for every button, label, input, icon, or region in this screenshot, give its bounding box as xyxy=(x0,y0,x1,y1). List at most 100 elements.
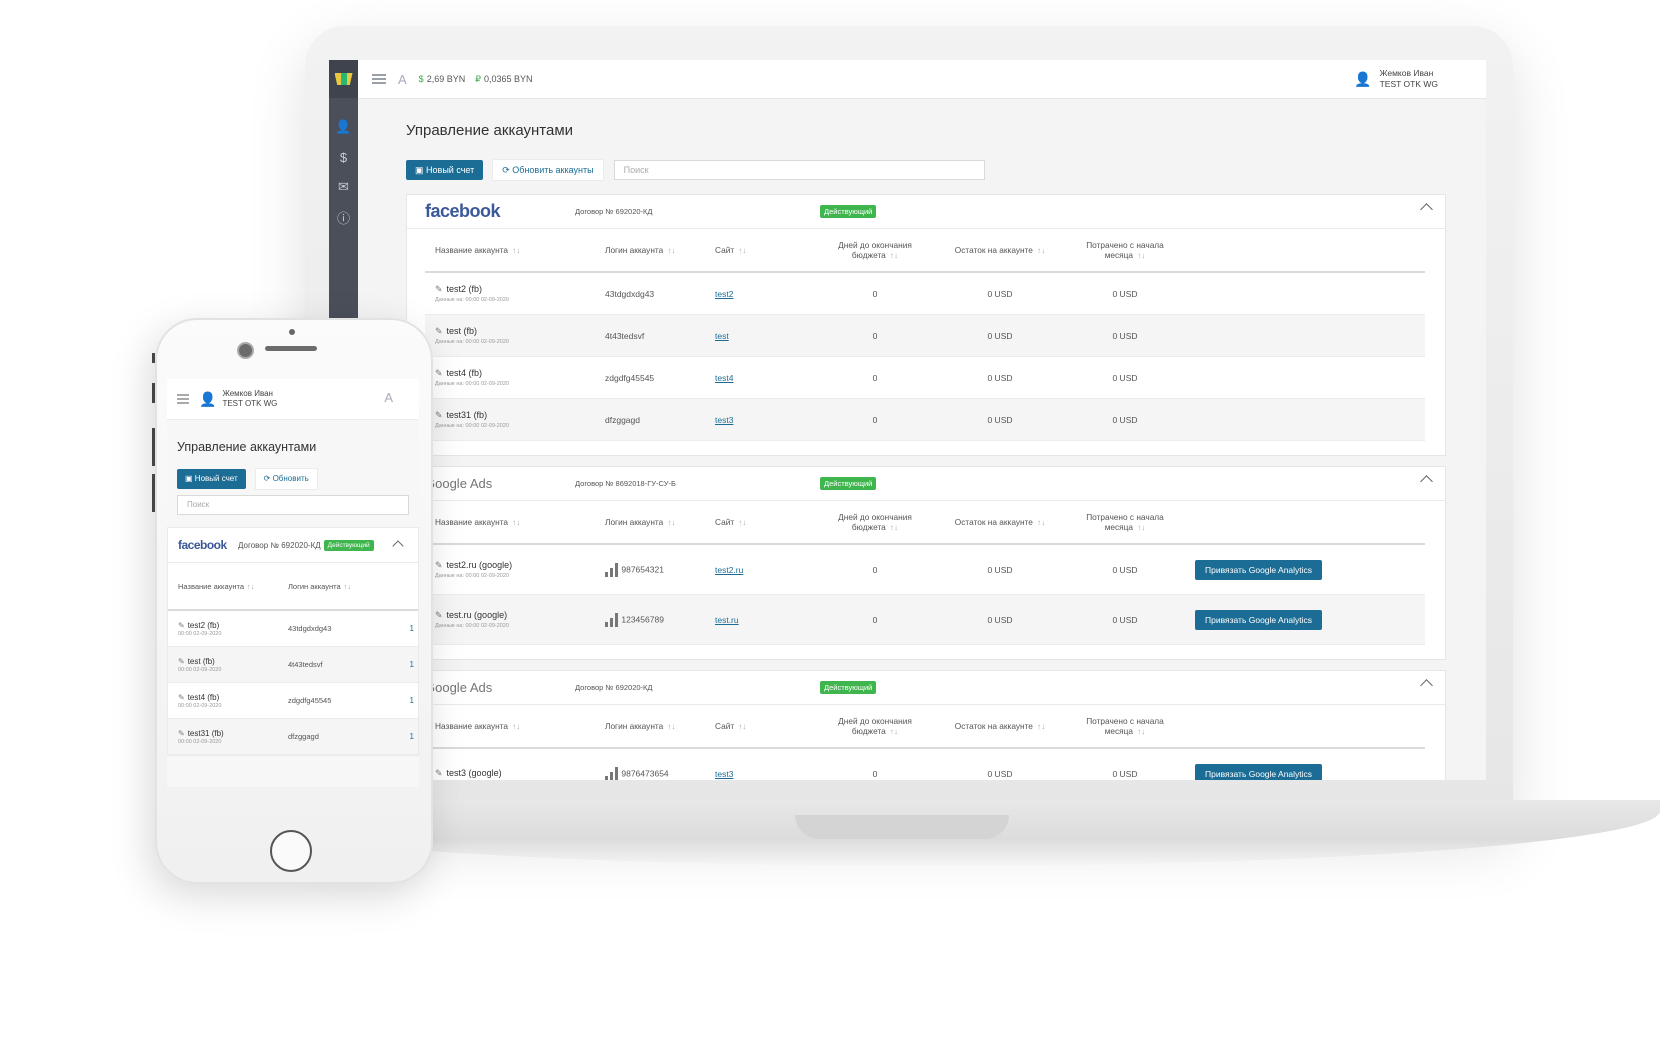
new-account-button[interactable]: ▣ Новый счет xyxy=(177,469,246,489)
refresh-accounts-button[interactable]: ⟳ Обновить аккаунты xyxy=(492,159,604,181)
chevron-up-icon[interactable] xyxy=(1420,475,1433,488)
help-icon[interactable]: ⓘ xyxy=(329,202,358,232)
card-header[interactable]: facebook Договор № 692020-КД Действующий xyxy=(407,195,1445,229)
site-link[interactable]: test2 xyxy=(715,289,733,299)
edit-icon[interactable]: ✎ xyxy=(435,326,443,336)
col-site[interactable]: Сайт ↑↓ xyxy=(705,501,815,545)
edit-icon[interactable]: ✎ xyxy=(435,284,443,294)
dollar-icon: $ xyxy=(418,74,424,84)
mobile-screen: 👤 Жемков Иван TEST OTK WG A Управление а… xyxy=(167,379,419,787)
edit-icon[interactable]: ✎ xyxy=(435,368,443,378)
dollar-icon[interactable]: $ xyxy=(329,142,358,172)
col-spent[interactable]: Потрачено с начала месяца ↑↓ xyxy=(1065,705,1185,749)
table-row: ✎ test (fb) 00:00 02-09-2020 4t43tedsvf 1 xyxy=(168,647,418,683)
phone-speaker xyxy=(265,346,317,351)
link-google-analytics-button[interactable]: Привязать Google Analytics xyxy=(1195,609,1323,630)
col-site[interactable]: Сайт ↑↓ xyxy=(705,229,815,273)
search-input[interactable]: Поиск xyxy=(177,495,409,515)
edit-icon[interactable]: ✎ xyxy=(178,621,185,630)
menu-icon[interactable] xyxy=(177,392,189,406)
chevron-up-icon[interactable] xyxy=(1420,679,1433,692)
menu-icon[interactable] xyxy=(372,72,386,86)
col-name[interactable]: Название аккаунта ↑↓ xyxy=(425,705,595,749)
col-name[interactable]: Название аккаунта ↑↓ xyxy=(425,229,595,273)
col-site[interactable]: Сайт ↑↓ xyxy=(705,705,815,749)
link-google-analytics-button[interactable]: Привязать Google Analytics xyxy=(1195,559,1323,580)
analytics-icon xyxy=(605,562,619,577)
user-icon[interactable]: 👤 xyxy=(329,112,358,142)
col-login[interactable]: Логин аккаунта ↑↓ xyxy=(595,501,705,545)
link-google-analytics-button[interactable]: Привязать Google Analytics xyxy=(1195,763,1323,780)
user-org: TEST OTK WG xyxy=(222,399,278,408)
contract-number: Договор № 692020-КД xyxy=(575,207,653,216)
col-balance[interactable]: Остаток на аккаунте ↑↓ xyxy=(935,705,1065,749)
new-account-button[interactable]: ▣ Новый счет xyxy=(406,160,484,180)
table-row: ✎ test3 (google) 9876473654 test3 0 0 USD… xyxy=(425,748,1425,780)
col-name[interactable]: Название аккаунта ↑↓ xyxy=(425,501,595,545)
translate-icon[interactable]: A xyxy=(398,72,407,87)
chevron-up-icon[interactable] xyxy=(392,540,404,552)
col-days[interactable]: Дней до окончания бюджета ↑↓ xyxy=(815,705,935,749)
phone-side-button xyxy=(152,353,155,363)
laptop-notch xyxy=(795,815,1009,839)
site-link[interactable]: test2.ru xyxy=(715,565,743,575)
status-badge: Действующий xyxy=(323,539,374,551)
edit-icon[interactable]: ✎ xyxy=(435,768,443,778)
col-name[interactable]: Название аккаунта ↑↓ xyxy=(178,582,288,591)
col-balance[interactable]: Остаток на аккаунте ↑↓ xyxy=(935,229,1065,273)
google-ads-logo: Google Ads xyxy=(425,680,493,695)
edit-icon[interactable]: ✎ xyxy=(178,693,185,702)
col-spent[interactable]: Потрачено с начала месяца ↑↓ xyxy=(1065,229,1185,273)
phone-side-button xyxy=(152,383,155,403)
phone-sensor xyxy=(289,329,295,335)
col-login[interactable]: Логин аккаунта ↑↓ xyxy=(595,705,705,749)
table-row: ✎ test4 (fb) 00:00 02-09-2020 zdgdfg45545 … xyxy=(168,683,418,719)
table-row: ✎ test2 (fb) 00:00 02-09-2020 43tdgdxdg43 … xyxy=(168,611,418,647)
table-row: ✎ test31 (fb) 00:00 02-09-2020 dfzggagd 1 xyxy=(168,719,418,755)
edit-icon[interactable]: ✎ xyxy=(178,657,185,666)
table-row: ✎ test2.ru (google) Данные на: 00:00 02-09… xyxy=(425,544,1425,595)
col-login[interactable]: Логин аккаунта ↑↓ xyxy=(595,229,705,273)
refresh-icon: ⟳ xyxy=(502,165,510,175)
account-card-facebook: facebook Договор № 692020-КД Действующий… xyxy=(167,527,419,756)
contract-number: Договор № 692020-КД xyxy=(238,540,321,550)
account-card-facebook: facebook Договор № 692020-КД Действующий… xyxy=(406,194,1446,456)
table-row: ✎ test (fb) Данные на: 00:00 02-09-2020 4t… xyxy=(425,314,1425,357)
col-spent[interactable]: Потрачено с начала месяца ↑↓ xyxy=(1065,501,1185,545)
table-header: Название аккаунта ↑↓ Логин аккаунта ↑↓ xyxy=(168,563,418,611)
home-button[interactable] xyxy=(270,830,312,872)
site-link[interactable]: test3 xyxy=(715,415,733,425)
logo-icon xyxy=(334,73,353,85)
chevron-up-icon[interactable] xyxy=(1420,203,1433,216)
refresh-button[interactable]: ⟳ Обновить xyxy=(254,468,318,490)
page-title: Управление аккаунтами xyxy=(406,122,574,139)
edit-icon[interactable]: ✎ xyxy=(178,729,185,738)
col-balance[interactable]: Остаток на аккаунте ↑↓ xyxy=(935,501,1065,545)
search-input[interactable]: Поиск xyxy=(613,160,985,180)
translate-icon[interactable]: A xyxy=(384,390,393,405)
edit-icon[interactable]: ✎ xyxy=(435,610,443,620)
col-login[interactable]: Логин аккаунта ↑↓ xyxy=(288,582,398,591)
card-header[interactable]: Google Ads Договор № 692020-КД Действующ… xyxy=(407,671,1445,705)
accounts-table: Название аккаунта ↑↓ Логин аккаунта ↑↓ Сай… xyxy=(425,705,1425,780)
facebook-logo: facebook xyxy=(178,538,227,552)
analytics-icon xyxy=(605,612,619,627)
card-header[interactable]: facebook Договор № 692020-КД Действующий xyxy=(168,528,418,563)
edit-icon[interactable]: ✎ xyxy=(435,410,443,420)
site-link[interactable]: test3 xyxy=(715,769,733,779)
card-header[interactable]: Google Ads Договор № 8692018-ГУ-СУ-Б Дей… xyxy=(407,467,1445,501)
site-link[interactable]: test4 xyxy=(715,373,733,383)
contract-number: Договор № 692020-КД xyxy=(575,683,653,692)
refresh-icon: ⟳ xyxy=(263,474,271,483)
site-link[interactable]: test.ru xyxy=(715,615,739,625)
mail-icon[interactable]: ✉ xyxy=(329,172,358,202)
page-title: Управление аккаунтами xyxy=(177,440,317,454)
col-days[interactable]: Дней до окончания бюджета ↑↓ xyxy=(815,501,935,545)
col-days[interactable]: Дней до окончания бюджета ↑↓ xyxy=(815,229,935,273)
site-link[interactable]: test xyxy=(715,331,729,341)
user-menu[interactable]: 👤 Жемков Иван TEST OTK WG xyxy=(1354,68,1438,90)
edit-icon[interactable]: ✎ xyxy=(435,560,443,570)
table-row: ✎ test4 (fb) Данные на: 00:00 02-09-2020 z… xyxy=(425,356,1425,399)
app-logo[interactable] xyxy=(329,60,358,98)
status-badge: Действующий xyxy=(820,477,877,490)
